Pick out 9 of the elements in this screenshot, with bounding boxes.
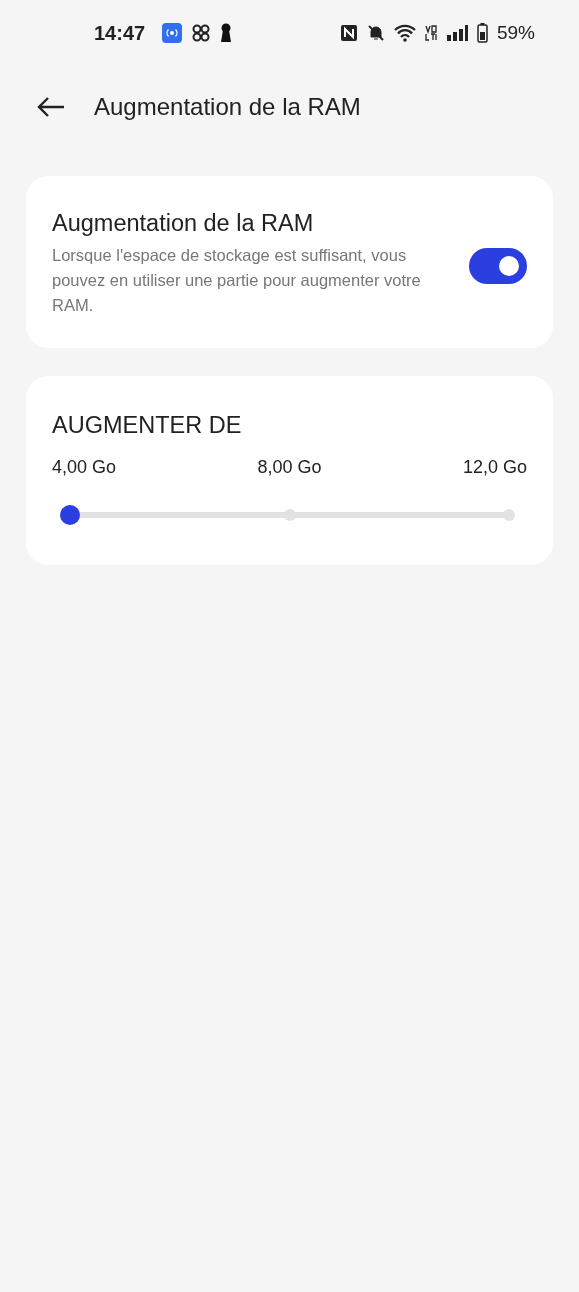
step-label: 12,0 Go <box>462 457 527 478</box>
step-label: 4,00 Go <box>52 457 117 478</box>
battery-level: 59% <box>496 22 535 44</box>
setting-description: Lorsque l'espace de stockage est suffisant, vous pouvez en utiliser une partie pour augmenter votre RAM. <box>52 245 422 316</box>
setting-title: Augmentation de la RAM <box>52 210 315 237</box>
status-time: 14:47 <box>94 21 146 45</box>
step-label: 8,00 Go <box>257 457 322 478</box>
section-title: AUGMENTER DE <box>52 412 243 439</box>
page-title: Augmentation de la RAM <box>94 93 361 121</box>
